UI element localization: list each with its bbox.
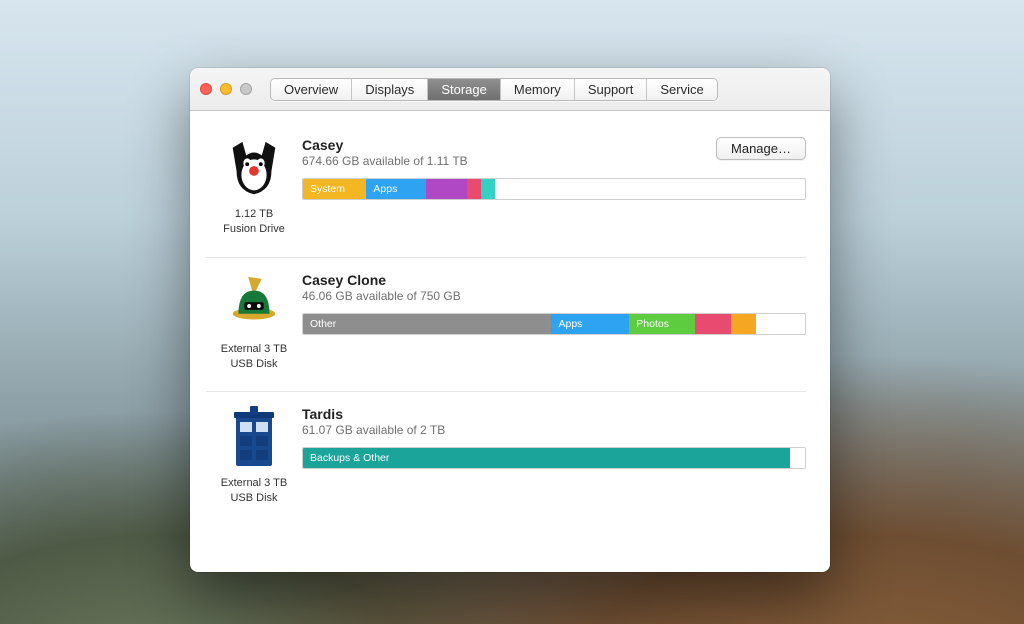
drive-header: Tardis61.07 GB available of 2 TB [302, 406, 806, 437]
storage-segment [756, 314, 774, 334]
storage-segment [481, 179, 495, 199]
storage-segment-apps: Apps [366, 179, 426, 199]
storage-segment-other: Other [303, 314, 551, 334]
drive-caption-line2: USB Disk [230, 491, 277, 506]
drive-header: Casey Clone46.06 GB available of 750 GB [302, 272, 806, 303]
drive-info: Casey Clone46.06 GB available of 750 GB O… [302, 272, 806, 372]
storage-content: 1.12 TBFusion DriveCasey674.66 GB availa… [190, 111, 830, 572]
drive-caption-line1: External 3 TB [221, 342, 287, 357]
tab-strip: OverviewDisplaysStorageMemorySupportServ… [270, 78, 718, 101]
drive-row-casey: 1.12 TBFusion DriveCasey674.66 GB availa… [206, 123, 806, 258]
storage-segment [467, 179, 481, 199]
storage-bar: SystemApps [302, 178, 806, 200]
tab-overview[interactable]: Overview [271, 79, 352, 100]
drive-name: Casey [302, 137, 468, 153]
drive-caption-line2: Fusion Drive [223, 222, 285, 237]
drive-caption-line2: USB Disk [230, 357, 277, 372]
storage-segment [790, 448, 805, 468]
drive-available-text: 61.07 GB available of 2 TB [302, 423, 445, 437]
storage-segment [426, 179, 467, 199]
drive-available-text: 674.66 GB available of 1.11 TB [302, 154, 468, 168]
drive-header: Casey674.66 GB available of 1.11 TB Manag… [302, 137, 806, 168]
zoom-icon[interactable] [240, 83, 252, 95]
storage-segment [495, 179, 805, 199]
drive-available-text: 46.06 GB available of 750 GB [302, 289, 461, 303]
storage-bar: OtherAppsPhotos [302, 313, 806, 335]
tab-storage[interactable]: Storage [428, 79, 501, 100]
drive-caption-line1: 1.12 TB [235, 207, 273, 222]
about-this-mac-window: OverviewDisplaysStorageMemorySupportServ… [190, 68, 830, 572]
tardis-icon [222, 406, 286, 470]
window-titlebar: OverviewDisplaysStorageMemorySupportServ… [190, 68, 830, 111]
marvin-icon [222, 272, 286, 336]
drive-icon-column: 1.12 TBFusion Drive [206, 137, 302, 237]
window-traffic-lights [200, 83, 252, 95]
drive-icon-column: External 3 TBUSB Disk [206, 272, 302, 372]
drive-info: Tardis61.07 GB available of 2 TB Backups … [302, 406, 806, 506]
storage-segment [695, 314, 732, 334]
drive-name: Tardis [302, 406, 445, 422]
drive-name: Casey Clone [302, 272, 461, 288]
tab-service[interactable]: Service [647, 79, 716, 100]
close-icon[interactable] [200, 83, 212, 95]
storage-segment-photos: Photos [629, 314, 694, 334]
manage-button[interactable]: Manage… [716, 137, 806, 160]
storage-segment-apps: Apps [551, 314, 629, 334]
storage-segment-backups-other: Backups & Other [303, 448, 790, 468]
minimize-icon[interactable] [220, 83, 232, 95]
drive-row-casey-clone: External 3 TBUSB DiskCasey Clone46.06 GB… [206, 258, 806, 393]
storage-segment-system: System [303, 179, 366, 199]
drive-info: Casey674.66 GB available of 1.11 TB Manag… [302, 137, 806, 237]
drive-icon-column: External 3 TBUSB Disk [206, 406, 302, 506]
storage-bar: Backups & Other [302, 447, 806, 469]
drive-row-tardis: External 3 TBUSB DiskTardis61.07 GB avai… [206, 392, 806, 526]
drive-caption-line1: External 3 TB [221, 476, 287, 491]
storage-segment [731, 314, 756, 334]
tab-memory[interactable]: Memory [501, 79, 575, 100]
tab-support[interactable]: Support [575, 79, 648, 100]
tab-displays[interactable]: Displays [352, 79, 428, 100]
sylvester-icon [222, 137, 286, 201]
